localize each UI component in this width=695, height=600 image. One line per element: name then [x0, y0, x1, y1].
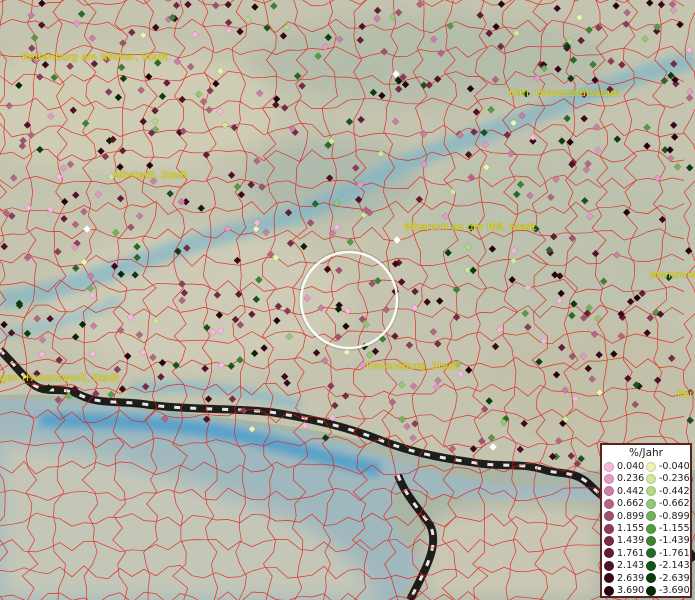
legend-negative-item: -0.040: [646, 461, 690, 472]
city-label-albstadt: Albstadt, Stadt: [113, 170, 188, 181]
legend-swatch: [646, 585, 656, 596]
legend-value: -0.040: [659, 461, 690, 472]
legend-value: -0.442: [659, 485, 690, 497]
legend-value: -1.761: [659, 547, 690, 559]
legend-negative-item: -1.155: [646, 523, 690, 534]
city-label-biberach: Biberach an der Riß, Stadt: [404, 222, 536, 233]
legend-value: -2.639: [659, 572, 690, 584]
legend-positive-item: 2.639: [604, 573, 644, 584]
legend-positive-item: 1.155: [604, 523, 644, 534]
legend-value: -1.155: [659, 523, 690, 534]
legend-swatch: [604, 548, 614, 559]
legend-positive-item: 0.442: [604, 486, 644, 497]
legend-swatch: [604, 585, 614, 596]
legend-negative-item: -3.690: [646, 585, 690, 596]
legend-value: 0.442: [617, 485, 645, 497]
legend-swatch: [646, 523, 656, 534]
legend-negative-item: -0.236: [646, 473, 690, 484]
legend-positive-item: 0.662: [604, 498, 644, 509]
legend-swatch: [646, 461, 656, 472]
legend-value: 0.899: [617, 510, 645, 522]
legend-negative-item: -2.143: [646, 560, 690, 571]
legend-swatch: [604, 523, 614, 534]
city-label-memmingen: Memming: [650, 270, 695, 281]
legend-swatch: [604, 511, 614, 522]
city-label-ravensburg: Ravensburg, Stadt: [366, 361, 459, 372]
legend-value: 1.155: [617, 523, 645, 534]
legend-swatch: [604, 461, 614, 472]
legend-swatch: [646, 573, 656, 584]
legend-swatch: [604, 498, 614, 509]
legend-negative-item: -0.442: [646, 486, 690, 497]
legend-value: 2.143: [617, 560, 645, 572]
legend-title: %/Jahr: [628, 447, 664, 459]
legend-swatch: [604, 573, 614, 584]
city-label-kempten: Ker: [677, 389, 694, 400]
legend-value: 3.690: [617, 585, 645, 596]
legend-positive-item: 0.899: [604, 511, 644, 522]
legend-swatch: [604, 535, 614, 546]
legend-positive-item: 0.040: [604, 461, 644, 472]
legend-value: -1.439: [659, 535, 690, 547]
legend-swatch: [604, 486, 614, 497]
legend-value: 0.040: [617, 461, 645, 472]
legend-value: 0.236: [617, 473, 645, 485]
legend-value: -3.690: [659, 585, 690, 596]
legend-negative-item: -0.662: [646, 498, 690, 509]
legend-swatch: [646, 535, 656, 546]
legend-positive-item: 3.690: [604, 585, 644, 596]
legend-value: -0.899: [659, 510, 690, 522]
legend-negative-item: -2.639: [646, 573, 690, 584]
legend-value: 2.639: [617, 572, 645, 584]
legend-positive-item: 1.439: [604, 535, 644, 546]
legend-value: 1.761: [617, 547, 645, 559]
legend-negative-item: -1.439: [646, 535, 690, 546]
legend-swatch: [646, 548, 656, 559]
legend-swatch: [646, 498, 656, 509]
legend-swatch: [646, 473, 656, 484]
legend-negative-item: -1.761: [646, 548, 690, 559]
legend-positive-item: 1.761: [604, 548, 644, 559]
legend-value: 1.439: [617, 535, 645, 547]
city-label-singen: gen (Hohentwiel), Stadt: [0, 373, 120, 384]
city-label-rottenburg: Rottenburg am Neckar, Stadt: [22, 52, 169, 63]
legend-positive-item: 0.236: [604, 473, 644, 484]
legend-swatch: [604, 560, 614, 571]
legend-panel: %/Jahr 0.040 0.236 0.442 0.662 0.899 1.155 1.4…: [600, 443, 692, 598]
legend-value: -0.662: [659, 498, 690, 510]
legend-negative-item: -0.899: [646, 511, 690, 522]
legend-positive-item: 2.143: [604, 560, 644, 571]
city-label-ulm: Ulm, Universitätsstadt: [509, 88, 621, 99]
legend-value: -0.236: [659, 473, 690, 485]
legend-value: 0.662: [617, 498, 645, 510]
legend-swatch: [604, 473, 614, 484]
legend-value: -2.143: [659, 560, 690, 572]
legend-swatch: [646, 560, 656, 571]
legend-swatch: [646, 486, 656, 497]
legend-swatch: [646, 511, 656, 522]
